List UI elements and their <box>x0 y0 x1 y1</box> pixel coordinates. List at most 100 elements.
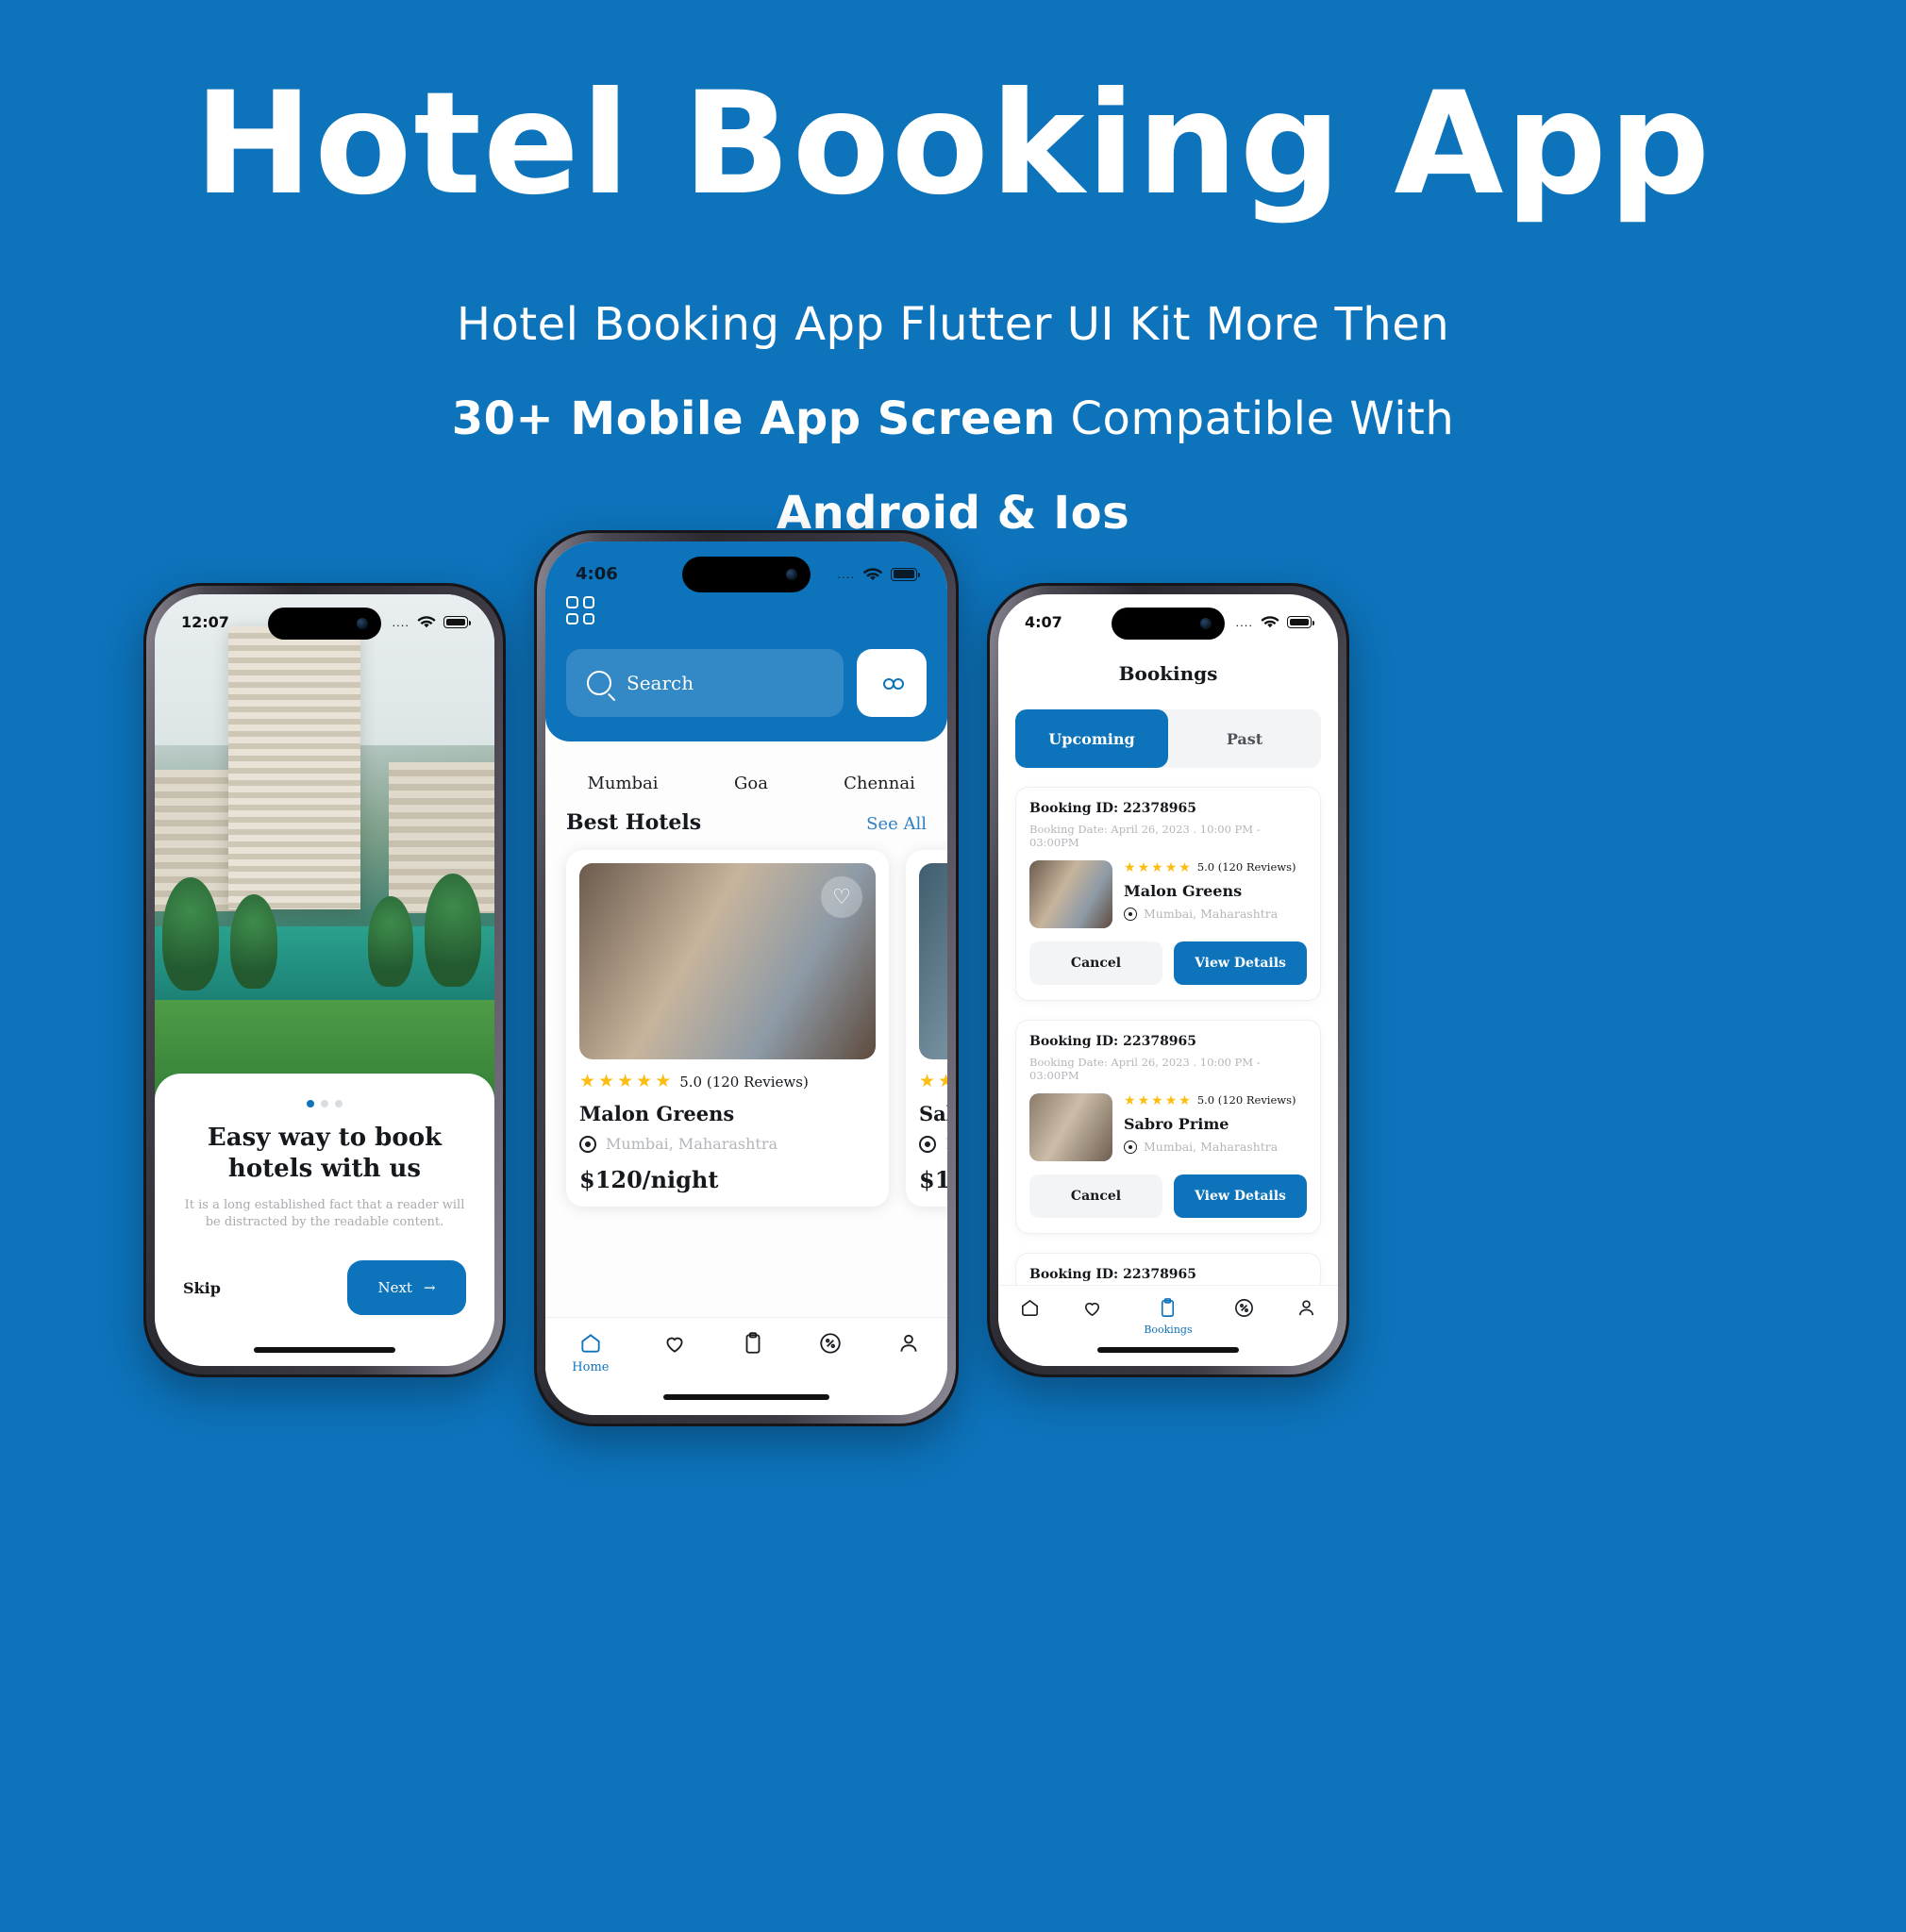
home-icon <box>1021 1299 1038 1316</box>
star-icon: ★ <box>1164 1092 1178 1108</box>
page-dot[interactable] <box>321 1100 328 1108</box>
discount-icon <box>820 1333 841 1354</box>
city-name: Chennai <box>844 774 915 793</box>
tab-favorites[interactable] <box>1081 1297 1103 1319</box>
onboarding-sheet: Easy way to book hotels with us It is a … <box>155 1074 494 1366</box>
tab-home[interactable] <box>1019 1297 1041 1319</box>
star-icon: ★ <box>636 1072 653 1091</box>
tab-profile[interactable] <box>896 1331 921 1356</box>
hotel-carousel[interactable]: ♡ ★ ★ ★ ★ ★ 5.0 (120 Reviews) Malon Gree… <box>545 835 947 1207</box>
hotel-price: $120/night <box>579 1166 719 1193</box>
bookings-screen: 4:07 .... Bookings Upcoming Past Booking… <box>998 594 1338 1366</box>
page-title: Hotel Booking App <box>193 62 1713 226</box>
hotel-card[interactable]: ♡ ★ ★ ★ ★ ★ 5.0 (120 Reviews) Malon Gree… <box>566 850 889 1207</box>
wifi-icon <box>417 616 436 628</box>
subtitle-line-2: 30+ Mobile App Screen Compatible With <box>0 396 1906 441</box>
booking-actions: Cancel View Details <box>1029 1174 1307 1218</box>
tab-favorites[interactable] <box>662 1331 687 1356</box>
home-icon <box>581 1334 600 1353</box>
dynamic-island <box>682 557 811 592</box>
view-details-button[interactable]: View Details <box>1174 1174 1307 1218</box>
filter-button[interactable] <box>857 649 927 717</box>
location-pin-icon <box>1124 1140 1137 1154</box>
star-icon: ★ <box>1179 1092 1191 1108</box>
tab-offers[interactable] <box>818 1331 843 1356</box>
page-dot-active[interactable] <box>307 1100 314 1108</box>
onboarding-hero-image <box>155 594 494 1123</box>
next-button[interactable]: Next → <box>347 1260 466 1316</box>
tab-home[interactable]: Home <box>572 1331 609 1374</box>
dynamic-island <box>268 608 381 640</box>
discount-icon <box>1234 1299 1253 1317</box>
city-name: Goa <box>734 774 768 793</box>
tab-offers[interactable] <box>1233 1297 1255 1319</box>
segmented-control[interactable]: Upcoming Past <box>1015 709 1321 768</box>
tab-bookings[interactable] <box>741 1331 765 1356</box>
subtitle-line-1: Hotel Booking App Flutter UI Kit More Th… <box>456 298 1450 351</box>
front-camera-icon <box>786 569 797 580</box>
rating-row: ★ ★ ★ ★ ★ 5.0 (120 Reviews) <box>1124 1093 1307 1107</box>
cancel-button[interactable]: Cancel <box>1029 941 1162 985</box>
section-title: Best Hotels <box>566 810 702 835</box>
booking-card[interactable]: Booking ID: 22378965 Booking Date: April… <box>1015 1020 1321 1234</box>
cancel-button[interactable]: Cancel <box>1029 1174 1162 1218</box>
rating-text: 5.0 (120 Reviews) <box>1196 860 1296 874</box>
heart-icon <box>1084 1302 1100 1317</box>
booking-body: ★ ★ ★ ★ ★ 5.0 (120 Reviews) Sabro Prime … <box>1029 1093 1307 1161</box>
hotel-location: Mumbai, Maharashtra <box>1124 1140 1307 1154</box>
page-dot[interactable] <box>335 1100 343 1108</box>
clipboard-icon <box>1162 1298 1175 1317</box>
tab-home-label: Home <box>572 1360 610 1374</box>
hotel-card[interactable]: ♡ ★ ★ ★ ★ ★ 5.0 (120 Reviews) Sabro Prim… <box>906 850 947 1207</box>
star-icon: ★ <box>598 1072 615 1091</box>
tab-bookings[interactable]: Bookings <box>1144 1297 1193 1336</box>
status-icons: .... <box>838 567 920 582</box>
search-input[interactable]: Search <box>566 649 844 717</box>
booking-card[interactable]: Booking ID: 22378965 Booking Date: April… <box>1015 787 1321 1001</box>
city-name: Mumbai <box>587 774 659 793</box>
star-icon: ★ <box>1164 859 1178 874</box>
skip-button[interactable]: Skip <box>183 1279 221 1297</box>
city-card[interactable]: Goa <box>694 762 808 793</box>
wifi-icon <box>1261 616 1279 628</box>
status-icons: .... <box>1236 615 1314 629</box>
search-icon <box>587 671 611 695</box>
booking-thumbnail <box>1029 860 1112 928</box>
star-icon: ★ <box>617 1072 634 1091</box>
hotel-image: ♡ <box>919 863 947 1059</box>
booking-body: ★ ★ ★ ★ ★ 5.0 (120 Reviews) Malon Greens… <box>1029 860 1307 928</box>
location-pin-icon <box>579 1135 596 1153</box>
heart-icon[interactable]: ♡ <box>821 876 862 918</box>
star-icon: ★ <box>1124 859 1136 874</box>
city-card[interactable]: Mumbai <box>566 762 679 793</box>
city-carousel[interactable]: Mumbai Goa Chennai Jaipur <box>545 741 947 793</box>
best-hotels-header: Best Hotels See All <box>545 793 947 835</box>
promo-banner: Hotel Booking App Hotel Booking App Flut… <box>0 0 1906 1932</box>
see-all-link[interactable]: See All <box>866 814 927 834</box>
city-card[interactable]: Chennai <box>823 762 936 793</box>
page-indicator[interactable] <box>183 1100 466 1108</box>
heart-icon <box>666 1337 683 1353</box>
location-pin-icon <box>1124 907 1137 921</box>
phone-mockup-home: 4:06 .... Search Mumbai Goa Chennai Best… <box>534 530 959 1426</box>
onboarding-screen: 12:07 .... Easy way to book hotels with … <box>155 594 494 1366</box>
tab-upcoming[interactable]: Upcoming <box>1015 709 1168 768</box>
tab-past[interactable]: Past <box>1168 709 1321 768</box>
header: Hotel Booking App Hotel Booking App Flut… <box>0 0 1906 536</box>
hotel-name: Malon Greens <box>579 1102 735 1125</box>
star-icon: ★ <box>938 1072 947 1091</box>
tab-profile[interactable] <box>1296 1297 1317 1319</box>
battery-icon <box>1287 616 1314 628</box>
hotel-tower <box>228 626 360 909</box>
view-details-button[interactable]: View Details <box>1174 941 1307 985</box>
wifi-icon <box>862 567 883 580</box>
booking-actions: Cancel View Details <box>1029 941 1307 985</box>
hotel-location-text: Mumbai, Maharashtra <box>1144 1140 1279 1154</box>
booking-info: ★ ★ ★ ★ ★ 5.0 (120 Reviews) Sabro Prime … <box>1124 1093 1307 1161</box>
hotel-name: Sabro Prime <box>1124 1115 1229 1133</box>
palm-tree-icon <box>368 896 413 987</box>
status-time: 12:07 <box>181 613 229 631</box>
grid-menu-icon[interactable] <box>566 596 594 625</box>
star-icon: ★ <box>1137 1092 1150 1108</box>
search-row: Search <box>566 649 927 717</box>
